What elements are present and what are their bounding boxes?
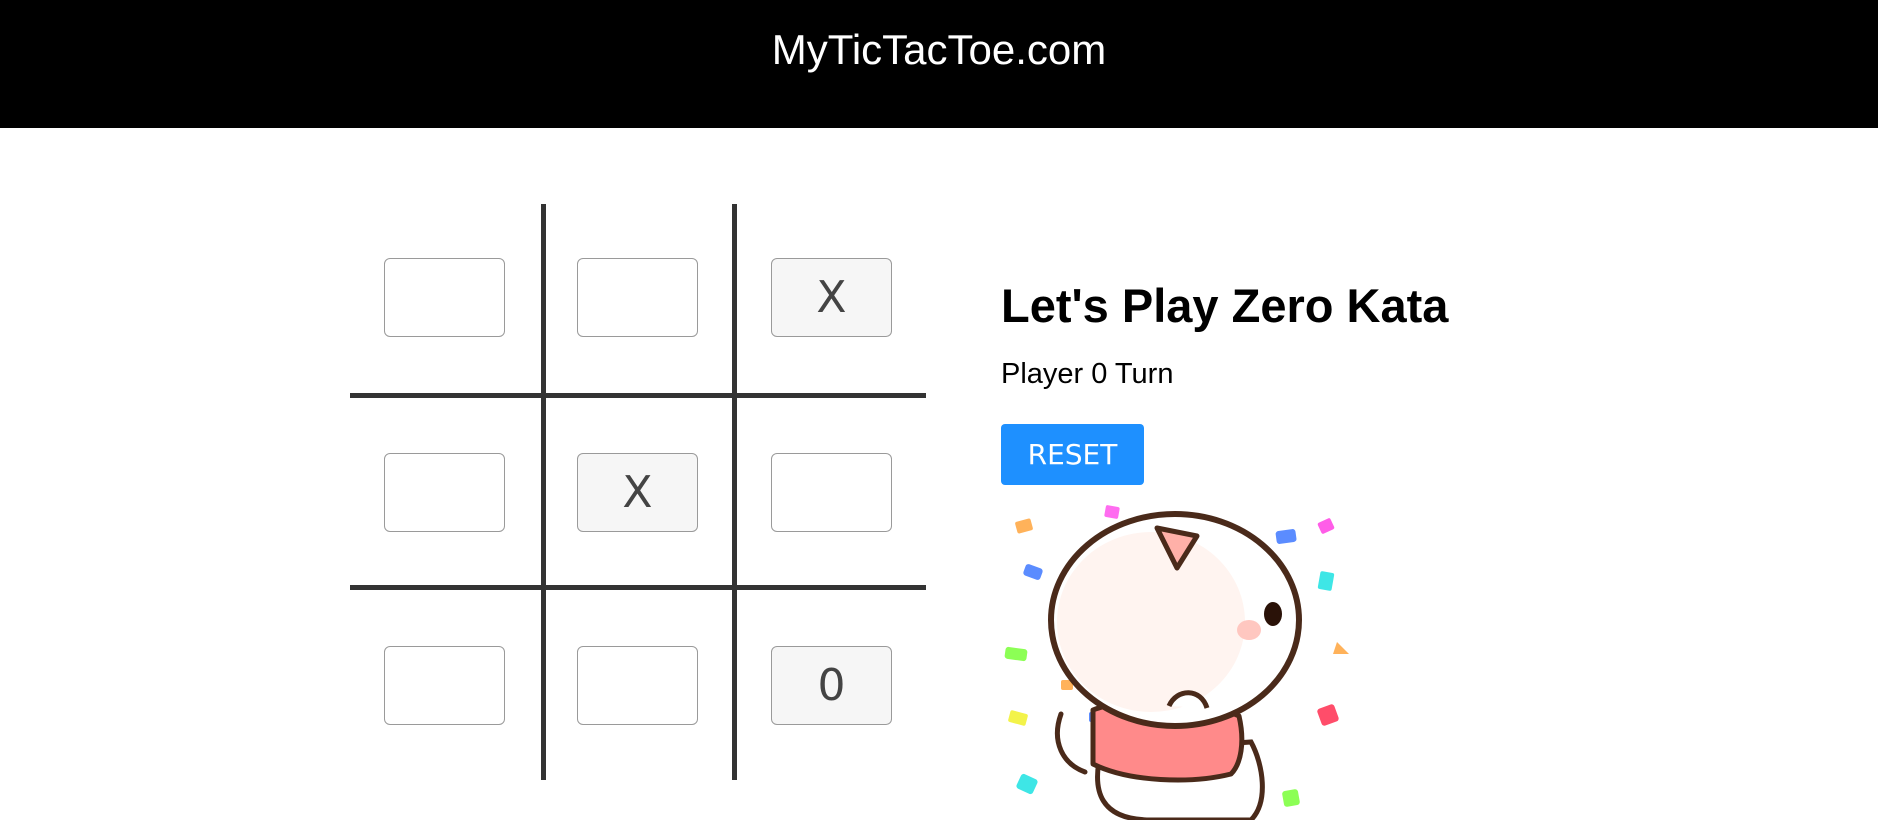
board-cell-1[interactable] <box>384 258 505 337</box>
brand-title[interactable]: MyTicTacToe.com <box>0 22 1878 78</box>
grid-line-horizontal-1 <box>350 393 926 398</box>
grid-line-vertical-1 <box>541 204 546 780</box>
board-cell-4[interactable] <box>384 453 505 532</box>
game-panel: Let's Play Zero Kata Player 0 Turn <box>1001 276 1601 392</box>
board-cell-9[interactable]: 0 <box>771 646 892 725</box>
board-cell-3[interactable]: X <box>771 258 892 337</box>
board-cell-6[interactable] <box>771 453 892 532</box>
grid-line-horizontal-2 <box>350 585 926 590</box>
cat-celebration-gif <box>1001 502 1363 820</box>
navbar: MyTicTacToe.com <box>0 0 1878 128</box>
board-cell-8[interactable] <box>577 646 698 725</box>
game-title: Let's Play Zero Kata <box>1001 279 1449 332</box>
cat-illustration-icon <box>1004 505 1349 820</box>
grid-line-vertical-2 <box>732 204 737 780</box>
board-cell-2[interactable] <box>577 258 698 337</box>
game-board: X X 0 <box>350 204 926 780</box>
reset-button[interactable]: RESET <box>1001 424 1144 485</box>
board-cell-7[interactable] <box>384 646 505 725</box>
turn-status: Player 0 Turn <box>1001 358 1174 390</box>
board-cell-5[interactable]: X <box>577 453 698 532</box>
